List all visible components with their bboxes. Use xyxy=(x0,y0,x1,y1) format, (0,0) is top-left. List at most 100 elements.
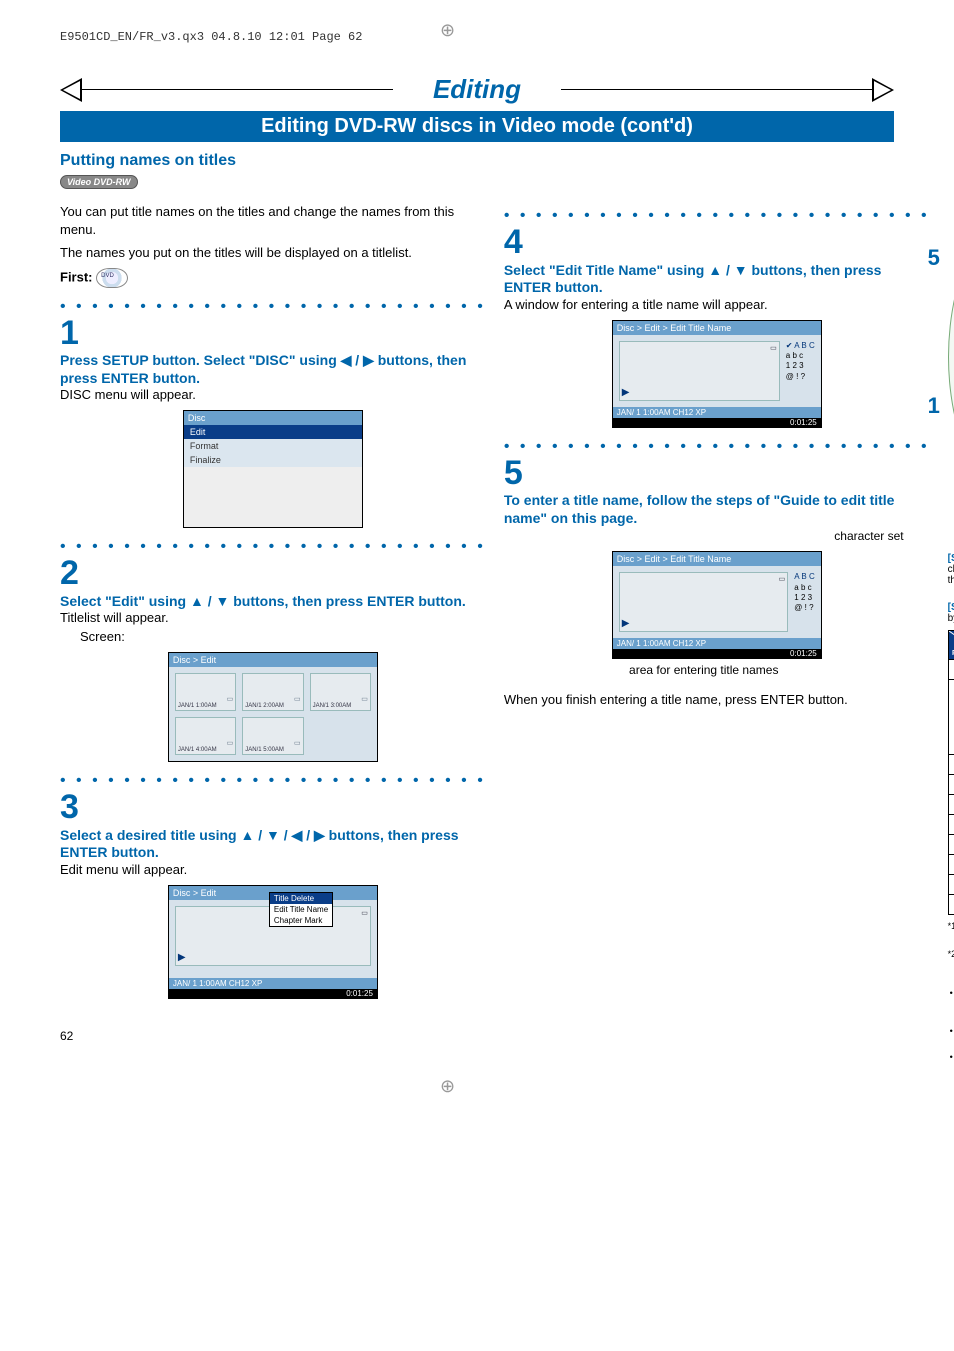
char-table-row: 5JKLjkl5(*2) xyxy=(948,815,954,835)
disc-menu-item: Format xyxy=(184,439,362,453)
osd-footer: JAN/ 1 1:00AM CH12 XP xyxy=(169,978,377,989)
step-5-instruction: To enter a title name, follow the steps … xyxy=(504,492,930,527)
edit-popup: Title Delete Edit Title Name Chapter Mar… xyxy=(269,892,333,927)
step-5-number: 5 xyxy=(504,458,930,489)
step-1-number: 1 xyxy=(60,318,486,349)
screen-label: Screen: xyxy=(80,629,486,644)
step-3-instruction: Select a desired title using ▲ / ▼ / ◀ /… xyxy=(60,827,486,862)
footnote-2: *2 Press ② to ⑨ buttons, character set w… xyxy=(948,949,954,984)
left-column: You can put title names on the titles an… xyxy=(60,197,486,1067)
char-table-row: 8TUVtuv8(*2) xyxy=(948,875,954,895)
step-1-instruction: Press SETUP button. Select "DISC" using … xyxy=(60,352,486,387)
titlelist-path: Disc > Edit xyxy=(169,653,377,667)
guide-step-2: [Step2]: Press Number buttons following … xyxy=(948,602,954,624)
title-thumb: ▭JAN/1 5:00AM xyxy=(242,717,303,755)
step-4-number: 4 xyxy=(504,227,930,258)
charset-options: ✔ A B C a b c 1 2 3 @ ! ? xyxy=(786,341,815,401)
remote-callout-1: 1 xyxy=(928,393,940,419)
key-cell: 9 xyxy=(948,895,954,915)
intro-text-1: You can put title names on the titles an… xyxy=(60,203,486,238)
thumb-icon: ▭ xyxy=(227,739,234,747)
remote-callout-5: 5 xyxy=(928,245,940,271)
thumb-icon: ▭ xyxy=(227,695,234,703)
right-column: 5 1 1 2 3 4 5 POWERREC SPEEDAUDIOOPEN/CL… xyxy=(948,197,954,1067)
remote-body: POWERREC SPEEDAUDIOOPEN/CLOSESAT.ABCDEFG… xyxy=(948,197,954,517)
sub-heading: Putting names on titles xyxy=(60,152,894,170)
disc-menu-item: Finalize xyxy=(184,453,362,467)
charset-annotation: character set xyxy=(504,529,904,543)
char-table-row: 2ABCabc2(*2) xyxy=(948,755,954,775)
key-cell: 1 xyxy=(948,680,954,755)
osd-footer: JAN/ 1 1:00AM CH12 XP xyxy=(613,407,821,418)
guide-bullet: • To delete letters, press CLEAR/C-RESET… xyxy=(948,988,954,1023)
thumb-icon: ▭ xyxy=(770,344,777,352)
title-thumb: ▭JAN/1 2:00AM xyxy=(242,673,303,711)
step-2-after: Titlelist will appear. xyxy=(60,610,486,625)
area-annotation: area for entering title names xyxy=(504,663,904,677)
thumb-icon: ▭ xyxy=(361,909,368,917)
edit-title-path: Disc > Edit > Edit Title Name xyxy=(613,552,821,566)
thumb-icon: ▭ xyxy=(294,739,301,747)
title-thumb: ▭JAN/1 4:00AM xyxy=(175,717,236,755)
char-table-row: 9WXYZwxyz9(*2) xyxy=(948,895,954,915)
key-cell: 5 xyxy=(948,815,954,835)
remote-diagram: 5 1 1 2 3 4 5 POWERREC SPEEDAUDIOOPEN/CL… xyxy=(948,197,954,517)
titlelist-osd: Disc > Edit ▭JAN/1 1:00AM ▭JAN/1 2:00AM … xyxy=(168,652,378,762)
crop-mark-top: ⊕ xyxy=(440,20,455,41)
footnotes: *1 Press ① button, character set will be… xyxy=(948,921,954,1064)
step-4-instruction: Select "Edit Title Name" using ▲ / ▼ but… xyxy=(504,262,930,297)
char-table-row: 6MNOmno6(*2) xyxy=(948,835,954,855)
disc-menu-osd: Disc Edit Format Finalize xyxy=(183,410,363,528)
osd-timer: 0:01:25 xyxy=(169,989,377,998)
key-cell: 2 xyxy=(948,755,954,775)
char-table-row: 3DEFdef3(*2) xyxy=(948,775,954,795)
popup-item: Title Delete xyxy=(270,893,332,904)
guide-bullet: • You can enter up to 30 letters. xyxy=(948,1052,954,1064)
step-5-after: When you finish entering a title name, p… xyxy=(504,691,930,709)
step-4-after: A window for entering a title name will … xyxy=(504,297,930,312)
charset-options: A B C a b c 1 2 3 @ ! ? xyxy=(794,572,814,632)
key-cell: 7 xyxy=(948,855,954,875)
key-cell: 8 xyxy=(948,875,954,895)
dot-rule: • • • • • • • • • • • • • • • • • • • • … xyxy=(60,538,486,556)
step-2-number: 2 xyxy=(60,558,486,589)
dot-rule: • • • • • • • • • • • • • • • • • • • • … xyxy=(504,207,930,225)
guide-step-1: ✔ A B C a b c 1 2 3 @ ! ? [Step1]: Selec… xyxy=(948,553,954,596)
first-label: First: xyxy=(60,269,93,284)
middle-column: • • • • • • • • • • • • • • • • • • • • … xyxy=(504,197,930,1067)
key-cell: 4 xyxy=(948,795,954,815)
step-3-number: 3 xyxy=(60,792,486,823)
footnote-1: *1 Press ① button, character set will be… xyxy=(948,921,954,944)
title-banner: Editing xyxy=(60,74,894,105)
step-2-instruction: Select "Edit" using ▲ / ▼ buttons, then … xyxy=(60,593,486,611)
print-header: E9501CD_EN/FR_v3.qx3 04.8.10 12:01 Page … xyxy=(60,30,894,44)
disc-menu-item: Edit xyxy=(184,425,362,439)
play-icon: ▶ xyxy=(622,387,777,398)
disc-menu-title: Disc xyxy=(184,411,362,425)
edit-title-path: Disc > Edit > Edit Title Name xyxy=(613,321,821,335)
char-table-row: 0<space><space>0<space> xyxy=(948,660,954,680)
char-table-row: 4GHIghi4(*2) xyxy=(948,795,954,815)
key-cell: 3 xyxy=(948,775,954,795)
guide-bullet: • To go on to the next entering area for… xyxy=(948,1026,954,1049)
key-cell: 0 xyxy=(948,660,954,680)
angle-left-icon xyxy=(60,78,82,102)
character-table: Select Press ABC abc 123 @ ! ? 0<space><… xyxy=(948,630,954,915)
step-3-after: Edit menu will appear. xyxy=(60,862,486,877)
play-icon: ▶ xyxy=(178,952,368,963)
guide-title: [ Guide to edit title name ] xyxy=(948,533,954,547)
thumb-icon: ▭ xyxy=(779,575,786,583)
thumb-icon: ▭ xyxy=(361,695,368,703)
editmenu-osd: Disc > Edit ▭ ▶ Title Delete Edit Title … xyxy=(168,885,378,999)
title-thumb: ▭JAN/1 1:00AM xyxy=(175,673,236,711)
dvd-disc-icon xyxy=(96,268,128,288)
table-diag-header: Select Press xyxy=(948,631,954,660)
title-thumb: ▭JAN/1 3:00AM xyxy=(310,673,371,711)
osd-timer: 0:01:25 xyxy=(613,649,821,658)
dot-rule: • • • • • • • • • • • • • • • • • • • • … xyxy=(60,298,486,316)
osd-footer: JAN/ 1 1:00AM CH12 XP xyxy=(613,638,821,649)
thumb-icon: ▭ xyxy=(294,695,301,703)
char-table-row: 7PQRSpqrs7(*2) xyxy=(948,855,954,875)
crop-mark-bottom: ⊕ xyxy=(440,1076,455,1097)
edit-title-osd-2: Disc > Edit > Edit Title Name ▭ ▶ A B C … xyxy=(612,551,822,659)
